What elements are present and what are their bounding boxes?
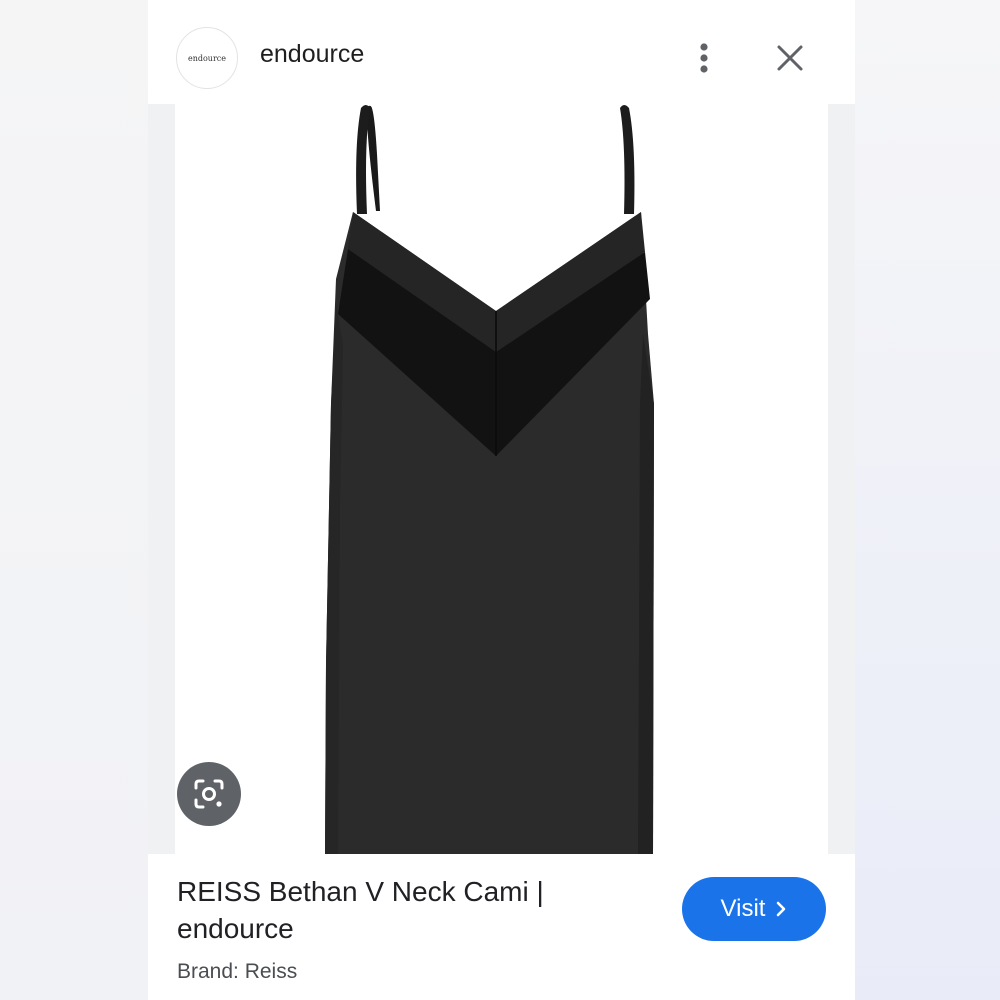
brand-label: Brand: Reiss [177,960,298,983]
more-vertical-icon [700,43,708,73]
product-title[interactable]: REISS Bethan V Neck Cami | endource [177,873,597,947]
site-logo[interactable]: endource [176,27,238,89]
lens-button[interactable] [177,762,241,826]
visit-button-label: Visit [720,895,766,922]
product-title-line2: endource [177,913,294,944]
background-left [0,0,148,1000]
visit-button[interactable]: Visit [682,877,826,941]
background-right [855,0,1000,1000]
site-name[interactable]: endource [260,40,364,69]
close-icon [777,45,803,71]
black-cami-garment [325,105,654,854]
close-button[interactable] [768,38,812,78]
lens-icon [194,779,224,809]
product-title-line1: REISS Bethan V Neck Cami | [177,876,544,907]
chevron-right-icon [777,901,786,917]
product-image[interactable] [148,104,855,854]
more-options-button[interactable] [684,38,724,78]
site-logo-text: endource [187,53,226,63]
sheet-header: endource endource [148,0,855,104]
result-sheet: endource endource REISS Bethan V Neck Ca… [148,0,855,1000]
